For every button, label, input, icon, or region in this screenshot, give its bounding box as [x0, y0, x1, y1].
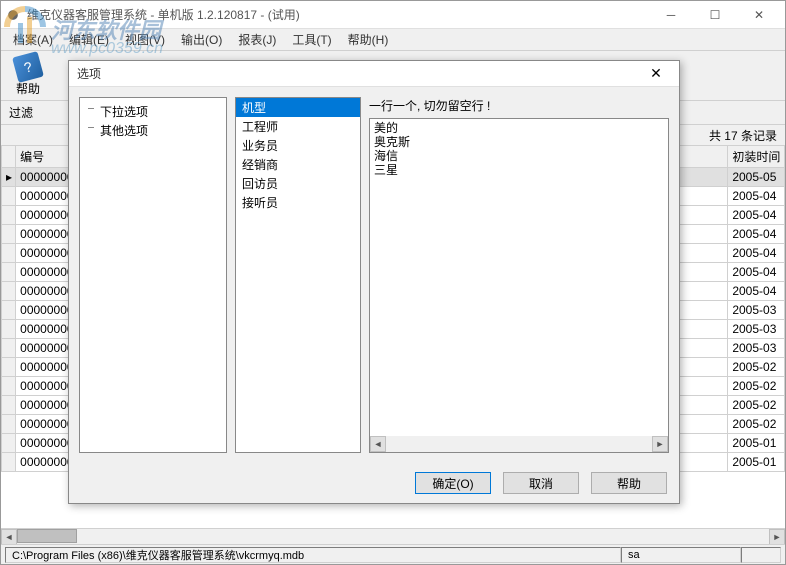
status-end — [741, 547, 781, 563]
menu-report[interactable]: 报表(J) — [230, 29, 284, 50]
help-book-icon: ? — [12, 51, 44, 83]
detail-h-scrollbar[interactable]: ◄ ► — [370, 436, 668, 452]
row-marker — [2, 396, 16, 415]
row-marker — [2, 225, 16, 244]
list-item[interactable]: 业务员 — [236, 136, 360, 155]
detail-hint: 一行一个, 切勿留空行 ! — [369, 97, 669, 114]
list-item[interactable]: 回访员 — [236, 174, 360, 193]
help-button[interactable]: 帮助 — [591, 472, 667, 494]
cell-date: 2005-03 — [728, 320, 785, 339]
row-marker — [2, 339, 16, 358]
tree-node-other[interactable]: 其他选项 — [82, 121, 224, 140]
menu-help[interactable]: 帮助(H) — [340, 29, 397, 50]
values-text: 美的 奥克斯 海信 三星 — [374, 121, 664, 177]
row-marker — [2, 434, 16, 453]
grid-h-scrollbar[interactable]: ◄ ► — [1, 528, 785, 544]
scroll-track[interactable] — [386, 436, 652, 452]
scroll-right-icon[interactable]: ► — [652, 436, 668, 452]
maximize-button[interactable]: ☐ — [693, 2, 737, 28]
row-marker — [2, 320, 16, 339]
row-marker — [2, 187, 16, 206]
cell-date: 2005-04 — [728, 206, 785, 225]
dialog-body: 下拉选项 其他选项 机型工程师业务员经销商回访员接听员 一行一个, 切勿留空行 … — [69, 87, 679, 463]
list-item[interactable]: 工程师 — [236, 117, 360, 136]
cell-date: 2005-01 — [728, 453, 785, 472]
menu-archive[interactable]: 档案(A) — [5, 29, 61, 50]
cell-date: 2005-04 — [728, 244, 785, 263]
row-marker — [2, 415, 16, 434]
category-list[interactable]: 机型工程师业务员经销商回访员接听员 — [235, 97, 361, 453]
status-bar: C:\Program Files (x86)\维克仪器客服管理系统\vkcrmy… — [1, 544, 785, 564]
cell-date: 2005-04 — [728, 187, 785, 206]
minimize-button[interactable]: ─ — [649, 2, 693, 28]
col-header-date[interactable]: 初装时间 — [728, 146, 785, 168]
row-marker — [2, 453, 16, 472]
tree-node-dropdown[interactable]: 下拉选项 — [82, 102, 224, 121]
window-controls: ─ ☐ ✕ — [649, 2, 781, 28]
cell-date: 2005-02 — [728, 415, 785, 434]
help-tool-label: 帮助 — [16, 80, 40, 97]
cell-date: 2005-04 — [728, 263, 785, 282]
close-button[interactable]: ✕ — [737, 2, 781, 28]
menu-bar: 档案(A) 编辑(E) 视图(V) 输出(O) 报表(J) 工具(T) 帮助(H… — [1, 29, 785, 51]
row-marker — [2, 168, 16, 187]
dialog-button-row: 确定(O) 取消 帮助 — [69, 463, 679, 503]
dialog-close-button[interactable]: ✕ — [641, 63, 671, 85]
scroll-left-icon[interactable]: ◄ — [370, 436, 386, 452]
options-dialog: 选项 ✕ 下拉选项 其他选项 机型工程师业务员经销商回访员接听员 一行一个, 切… — [68, 60, 680, 504]
row-marker-header — [2, 146, 16, 168]
scroll-right-icon[interactable]: ► — [769, 529, 785, 545]
cell-date: 2005-03 — [728, 301, 785, 320]
row-marker — [2, 358, 16, 377]
scroll-left-icon[interactable]: ◄ — [1, 529, 17, 545]
dialog-title: 选项 — [77, 65, 641, 82]
cell-date: 2005-02 — [728, 358, 785, 377]
values-textarea[interactable]: 美的 奥克斯 海信 三星 ◄ ► — [369, 118, 669, 453]
detail-panel: 一行一个, 切勿留空行 ! 美的 奥克斯 海信 三星 ◄ ► — [369, 97, 669, 453]
cell-date: 2005-04 — [728, 225, 785, 244]
title-bar: 维克仪器客服管理系统 - 单机版 1.2.120817 - (试用) ─ ☐ ✕ — [1, 1, 785, 29]
status-path: C:\Program Files (x86)\维克仪器客服管理系统\vkcrmy… — [5, 547, 621, 563]
options-tree[interactable]: 下拉选项 其他选项 — [79, 97, 227, 453]
dialog-title-bar[interactable]: 选项 ✕ — [69, 61, 679, 87]
filter-label: 过滤 — [9, 104, 33, 121]
cell-date: 2005-03 — [728, 339, 785, 358]
app-icon — [5, 7, 21, 23]
status-user: sa — [621, 547, 741, 563]
row-marker — [2, 377, 16, 396]
row-marker — [2, 301, 16, 320]
list-item[interactable]: 接听员 — [236, 193, 360, 212]
row-marker — [2, 263, 16, 282]
cell-date: 2005-02 — [728, 377, 785, 396]
cancel-button[interactable]: 取消 — [503, 472, 579, 494]
menu-edit[interactable]: 编辑(E) — [61, 29, 117, 50]
window-title: 维克仪器客服管理系统 - 单机版 1.2.120817 - (试用) — [27, 6, 649, 23]
menu-output[interactable]: 输出(O) — [173, 29, 230, 50]
row-marker — [2, 244, 16, 263]
cell-date: 2005-04 — [728, 282, 785, 301]
menu-tools[interactable]: 工具(T) — [284, 29, 339, 50]
cell-date: 2005-02 — [728, 396, 785, 415]
menu-view[interactable]: 视图(V) — [117, 29, 173, 50]
row-marker — [2, 206, 16, 225]
cell-date: 2005-05 — [728, 168, 785, 187]
scroll-thumb[interactable] — [17, 529, 77, 543]
scroll-track[interactable] — [17, 529, 769, 544]
list-item[interactable]: 机型 — [236, 98, 360, 117]
cell-date: 2005-01 — [728, 434, 785, 453]
ok-button[interactable]: 确定(O) — [415, 472, 491, 494]
row-marker — [2, 282, 16, 301]
list-item[interactable]: 经销商 — [236, 155, 360, 174]
help-tool-button[interactable]: ? 帮助 — [9, 52, 47, 99]
